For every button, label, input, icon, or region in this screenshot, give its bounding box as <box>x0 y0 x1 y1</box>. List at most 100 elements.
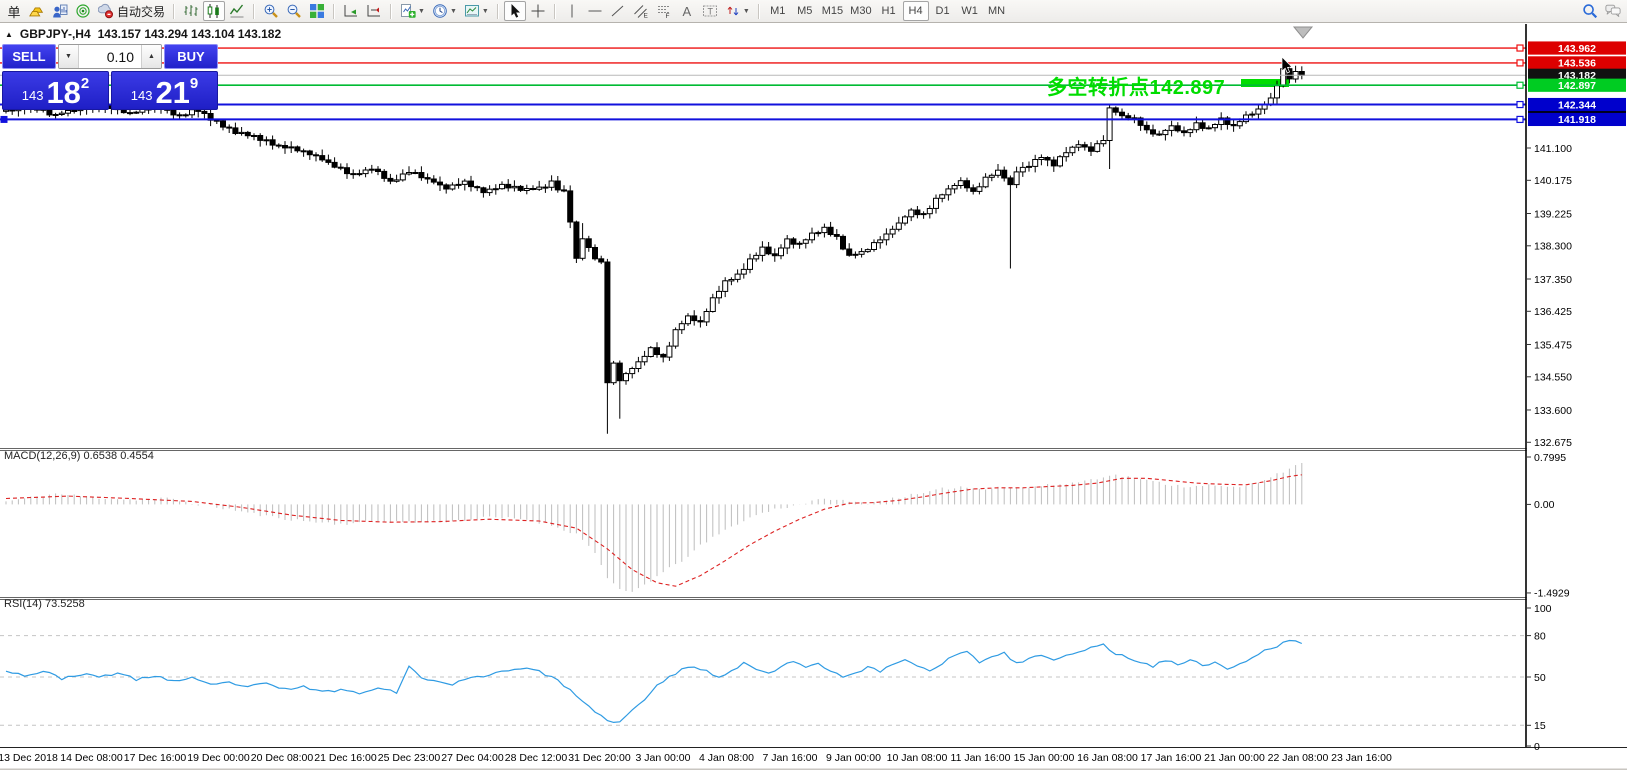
fibonacci-button[interactable]: F <box>653 1 675 21</box>
toolbar-separator <box>497 4 499 19</box>
candle-body <box>847 249 852 255</box>
candle-body <box>828 227 833 234</box>
line-handle[interactable] <box>1517 102 1523 108</box>
candle-body <box>66 111 71 114</box>
indicators-button[interactable]: ▼ <box>397 1 428 21</box>
timeframe-h1-button[interactable]: H1 <box>876 1 902 21</box>
collapse-panel-icon[interactable]: ▲ <box>5 30 13 39</box>
macd-pane <box>6 463 1302 592</box>
timeframe-mn-button[interactable]: MN <box>984 1 1010 21</box>
autotrading-icon <box>98 3 114 19</box>
volume-input[interactable]: 0.10 <box>79 45 141 68</box>
candle-body <box>810 233 815 240</box>
new-order-button[interactable]: 单 <box>3 1 25 21</box>
zoom-in-button[interactable] <box>260 1 282 21</box>
candle-body <box>555 181 560 190</box>
candle-body <box>320 156 325 160</box>
bar-chart-button[interactable] <box>180 1 202 21</box>
candle-body <box>177 115 182 116</box>
axis-tick-label: 137.350 <box>1534 274 1572 286</box>
chat-button[interactable] <box>1602 1 1624 21</box>
axis-tick-label: 133.600 <box>1534 405 1572 417</box>
candle-body <box>884 234 889 240</box>
candle-body <box>562 190 567 191</box>
candle-body <box>648 348 653 357</box>
text-button[interactable]: A <box>676 1 698 21</box>
equidistant-channel-button[interactable]: E <box>630 1 652 21</box>
vertical-line-button[interactable] <box>561 1 583 21</box>
trendline-button[interactable] <box>607 1 629 21</box>
line-handle[interactable] <box>1517 116 1523 122</box>
candle-body <box>1275 86 1280 98</box>
candle-body <box>903 217 908 223</box>
signals-button[interactable] <box>72 1 94 21</box>
templates-button[interactable]: ▼ <box>461 1 492 21</box>
volume-increase-button[interactable]: ▲ <box>141 45 161 68</box>
candle-body <box>1200 123 1205 129</box>
buy-button-label: BUY <box>177 49 204 64</box>
line-handle[interactable] <box>1517 60 1523 66</box>
timeframe-h4-button[interactable]: H4 <box>903 1 929 21</box>
candle-body <box>797 243 802 244</box>
text-label-button[interactable]: T <box>699 1 721 21</box>
arrows-button[interactable]: ▼ <box>722 1 753 21</box>
timeframe-m30-button[interactable]: M30 <box>847 1 874 21</box>
buy-button[interactable]: BUY <box>164 44 218 69</box>
trendline-icon <box>610 3 626 19</box>
candle-body <box>593 248 598 259</box>
candle-body <box>1076 145 1081 148</box>
candle-body <box>605 262 610 383</box>
candle-body <box>1268 98 1273 104</box>
line-handle[interactable] <box>1517 82 1523 88</box>
candle-body <box>754 255 759 259</box>
axis-tick-label: 50 <box>1534 672 1546 684</box>
price-tag-label: 141.918 <box>1558 114 1596 126</box>
candle-body <box>611 363 616 383</box>
cursor-button[interactable] <box>504 1 526 21</box>
search-button[interactable] <box>1579 1 1601 21</box>
candle-body <box>1256 109 1261 114</box>
buy-price-display[interactable]: 143219 <box>111 71 218 110</box>
candle-body <box>965 181 970 188</box>
macd-main-value: 0.6538 <box>83 450 117 462</box>
vertical-line-icon <box>564 3 580 19</box>
candle-body <box>276 145 281 146</box>
price-chart[interactable]: 141.100140.175139.225138.300137.350136.4… <box>0 24 1627 771</box>
candle-body <box>1151 130 1156 134</box>
zoom-out-button[interactable] <box>283 1 305 21</box>
periods-button[interactable]: ▼ <box>429 1 460 21</box>
gold-ingot-button[interactable] <box>26 1 48 21</box>
chart-shift-marker[interactable] <box>1294 27 1312 38</box>
channel-icon: E <box>633 3 649 19</box>
market-watch-button[interactable] <box>49 1 71 21</box>
candle-body <box>394 180 399 181</box>
time-axis-label: 27 Dec 04:00 <box>441 752 504 764</box>
toolbar-separator <box>173 4 175 19</box>
timeframe-m1-button[interactable]: M1 <box>765 1 791 21</box>
svg-text:E: E <box>643 13 648 20</box>
candle-body <box>772 254 777 256</box>
sell-button[interactable]: SELL <box>2 44 56 69</box>
tile-windows-button[interactable] <box>306 1 328 21</box>
chart-shift-button[interactable] <box>363 1 385 21</box>
candlestick-chart-button[interactable] <box>203 1 225 21</box>
line-handle[interactable] <box>1517 45 1523 51</box>
autotrading-button[interactable]: 自动交易 <box>95 1 168 21</box>
timeframe-w1-button[interactable]: W1 <box>957 1 983 21</box>
candle-body <box>878 240 883 243</box>
line-handle-left[interactable] <box>1 116 8 123</box>
timeframe-d1-button[interactable]: D1 <box>930 1 956 21</box>
candle-body <box>376 169 381 171</box>
horizontal-line-button[interactable] <box>584 1 606 21</box>
line-chart-button[interactable] <box>226 1 248 21</box>
crosshair-button[interactable] <box>527 1 549 21</box>
timeframe-m5-button[interactable]: M5 <box>792 1 818 21</box>
volume-decrease-button[interactable]: ▼ <box>59 45 79 68</box>
candle-body <box>289 147 294 148</box>
auto-scroll-button[interactable] <box>340 1 362 21</box>
candle-body <box>345 168 350 174</box>
candle-body <box>890 229 895 234</box>
sell-price-display[interactable]: 143182 <box>2 71 109 110</box>
timeframe-m15-button[interactable]: M15 <box>819 1 846 21</box>
chart-annotation[interactable]: 多空转折点142.897 <box>1047 71 1225 100</box>
